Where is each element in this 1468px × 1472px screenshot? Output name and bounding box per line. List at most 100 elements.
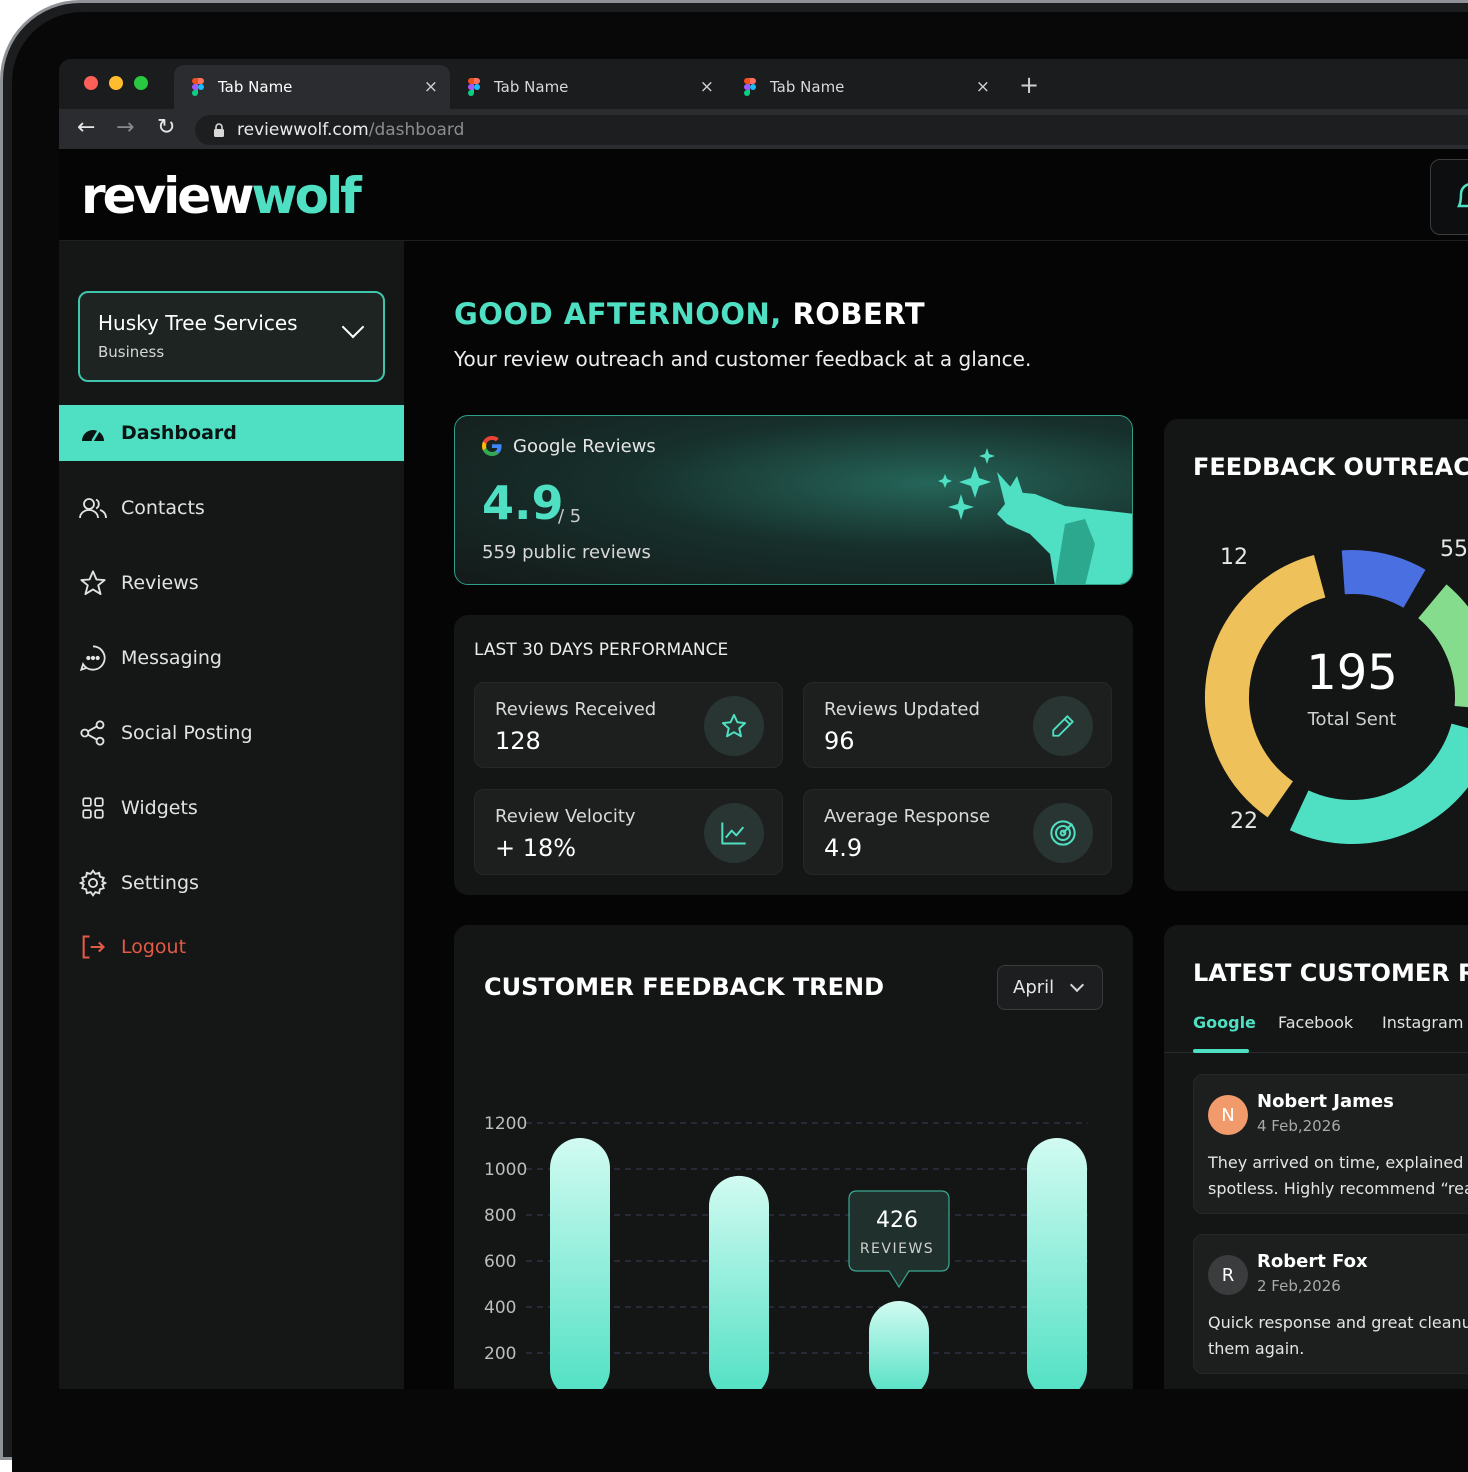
bell-icon (1456, 183, 1468, 208)
feedback-trend-chart: 020040060080010001200Week 1Week 2Week 3W… (484, 1114, 1088, 1389)
tooltip-label: REVIEWS (860, 1241, 934, 1257)
gauge-icon (79, 419, 107, 447)
browser-tab-3[interactable]: Tab Name × (726, 65, 1002, 109)
pencil-icon (1033, 696, 1093, 756)
bar-week-3[interactable] (869, 1301, 929, 1389)
y-tick-label: 1200 (484, 1114, 527, 1134)
sidebar-item-social-posting[interactable]: Social Posting (59, 705, 404, 761)
tab-google[interactable]: Google (1193, 1013, 1256, 1032)
google-icon (482, 436, 502, 456)
sidebar-item-label: Dashboard (121, 422, 237, 444)
review-text-line: spotless. Highly recommend “real c (1208, 1179, 1468, 1198)
stat-reviews-received[interactable]: Reviews Received 128 (474, 682, 783, 768)
latest-reviews-card: LATEST CUSTOMER REVIEWS Google Facebook … (1164, 925, 1468, 1389)
logo-text-review: review (81, 167, 254, 225)
stat-reviews-updated[interactable]: Reviews Updated 96 (803, 682, 1112, 768)
tab-instagram[interactable]: Instagram (1382, 1013, 1463, 1032)
new-tab-button[interactable]: + (1019, 71, 1039, 99)
line-chart-icon (704, 803, 764, 863)
review-card[interactable]: N Nobert James 4 Feb,2026 They arrived o… (1193, 1074, 1468, 1214)
browser-tab-bar: Tab Name × Tab Name × Tab Name × + (59, 59, 1468, 109)
stat-average-response[interactable]: Average Response 4.9 (803, 789, 1112, 875)
segment-label-55: 55 (1440, 537, 1468, 562)
figma-icon (192, 78, 204, 96)
business-type: Business (98, 343, 165, 361)
grid-icon (79, 794, 107, 822)
sidebar-item-label: Settings (121, 872, 199, 894)
y-tick-label: 1000 (484, 1160, 527, 1180)
bar-week-2[interactable] (709, 1175, 769, 1389)
sidebar-item-settings[interactable]: Settings (59, 855, 404, 911)
figma-icon (744, 78, 756, 96)
logout-button[interactable]: Logout (59, 919, 404, 975)
stat-label: Reviews Received (495, 699, 657, 720)
sidebar-item-reviews[interactable]: Reviews (59, 555, 404, 611)
stat-review-velocity[interactable]: Review Velocity + 18% (474, 789, 783, 875)
performance-card: LAST 30 DAYS PERFORMANCE Reviews Receive… (454, 615, 1133, 895)
active-tab-indicator (1193, 1049, 1249, 1053)
sidebar-item-label: Contacts (121, 497, 205, 519)
review-card[interactable]: R Robert Fox 2 Feb,2026 Quick response a… (1193, 1234, 1468, 1374)
google-rating-score: 4.9 (482, 476, 564, 530)
notifications-button[interactable] (1430, 159, 1468, 235)
back-arrow-icon[interactable]: ← (77, 115, 95, 140)
chat-icon (79, 644, 107, 672)
target-icon (1033, 803, 1093, 863)
users-icon (79, 494, 107, 522)
total-sent-value: 195 (1306, 645, 1398, 701)
donut-segment-22 (1289, 723, 1468, 844)
close-tab-icon[interactable]: × (976, 77, 990, 97)
business-selector[interactable]: Husky Tree Services Business (78, 291, 385, 382)
wolf-illustration (938, 448, 1132, 584)
greeting-name: ROBERT (792, 297, 926, 331)
y-tick-label: 400 (484, 1298, 516, 1318)
avatar: R (1208, 1255, 1248, 1295)
sidebar: Husky Tree Services Business Dashboard C… (59, 241, 404, 1389)
review-date: 2 Feb,2026 (1257, 1277, 1341, 1295)
sidebar-item-dashboard[interactable]: Dashboard (59, 405, 404, 461)
sidebar-item-contacts[interactable]: Contacts (59, 480, 404, 536)
stat-value: + 18% (495, 834, 577, 862)
public-review-count: 559 public reviews (482, 542, 651, 563)
screen: Tab Name × Tab Name × Tab Name × + ← → ↻… (59, 59, 1468, 1389)
business-name: Husky Tree Services (98, 311, 298, 335)
review-date: 4 Feb,2026 (1257, 1117, 1341, 1135)
url-host: reviewwolf.com (237, 120, 369, 140)
google-reviews-title: Google Reviews (513, 436, 656, 457)
segment-label-22: 22 (1230, 809, 1258, 834)
avatar: N (1208, 1095, 1248, 1135)
close-window-dot[interactable] (84, 76, 98, 90)
minimize-window-dot[interactable] (109, 76, 123, 90)
bar-tooltip: 426 REVIEWS (848, 1190, 950, 1289)
reviewer-name: Nobert James (1257, 1091, 1394, 1112)
reload-icon[interactable]: ↻ (157, 115, 175, 140)
app-header: reviewwolf (59, 149, 1468, 241)
stat-value: 96 (824, 727, 855, 755)
sidebar-item-messaging[interactable]: Messaging (59, 630, 404, 686)
page-subtitle: Your review outreach and customer feedba… (454, 347, 1032, 371)
star-icon (704, 696, 764, 756)
stat-value: 128 (495, 727, 541, 755)
maximize-window-dot[interactable] (134, 76, 148, 90)
forward-arrow-icon[interactable]: → (116, 115, 134, 140)
latest-reviews-title: LATEST CUSTOMER REVIEWS (1193, 959, 1468, 987)
tab-facebook[interactable]: Facebook (1278, 1013, 1353, 1032)
google-reviews-card[interactable]: Google Reviews 4.9 / 5 559 public review… (454, 415, 1133, 585)
feedback-trend-card: CUSTOMER FEEDBACK TREND April 0200400600… (454, 925, 1133, 1389)
url-field[interactable]: reviewwolf.com/dashboard (195, 115, 1468, 145)
share-icon (79, 719, 107, 747)
sidebar-item-widgets[interactable]: Widgets (59, 780, 404, 836)
browser-tab-1[interactable]: Tab Name × (174, 65, 450, 109)
close-tab-icon[interactable]: × (700, 77, 714, 97)
segment-label-12: 12 (1220, 545, 1248, 570)
bar-week-1[interactable] (550, 1137, 610, 1389)
donut-segment-55 (1341, 550, 1426, 609)
browser-tab-2[interactable]: Tab Name × (450, 65, 726, 109)
stat-label: Review Velocity (495, 806, 636, 827)
reviewwolf-logo[interactable]: reviewwolf (81, 167, 362, 225)
bar-week-4[interactable] (1027, 1137, 1087, 1389)
close-tab-icon[interactable]: × (424, 77, 438, 97)
stat-label: Reviews Updated (824, 699, 980, 720)
tooltip-value: 426 (876, 1208, 918, 1233)
reviewer-name: Robert Fox (1257, 1251, 1368, 1272)
